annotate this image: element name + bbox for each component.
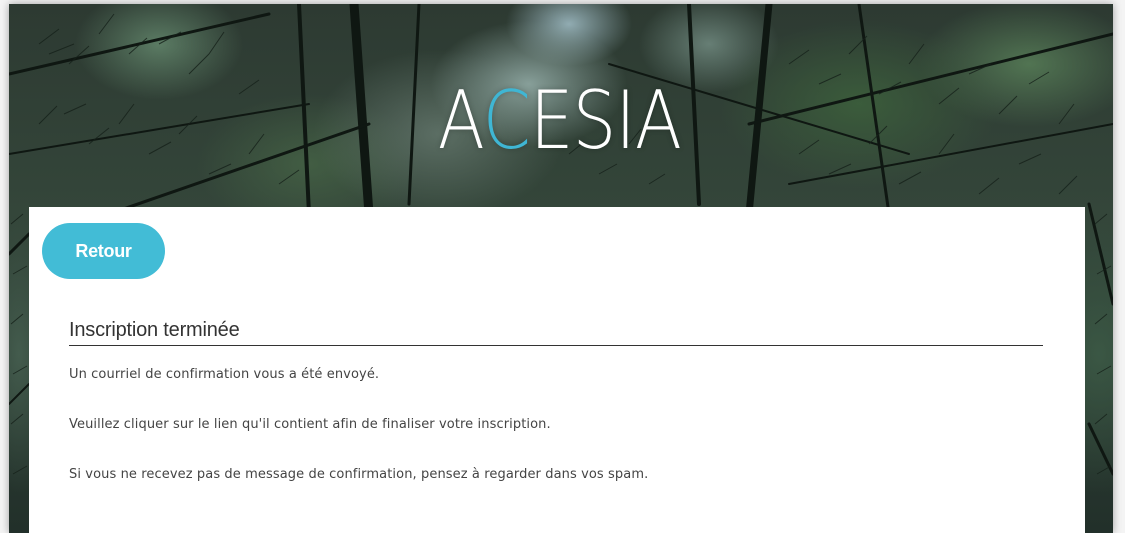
page-title: Inscription terminée	[69, 319, 1043, 346]
app-window: ACESIA Retour Inscription terminée Un co…	[9, 4, 1113, 533]
click-link-message: Veuillez cliquer sur le lien qu'il conti…	[69, 417, 551, 432]
content-card: Retour Inscription terminée Un courriel …	[29, 207, 1085, 533]
confirmation-sent-message: Un courriel de confirmation vous a été e…	[69, 367, 380, 382]
acesia-logo: ACESIA	[437, 74, 681, 167]
check-spam-message: Si vous ne recevez pas de message de con…	[69, 467, 649, 482]
back-button[interactable]: Retour	[42, 223, 165, 279]
header-banner: ACESIA	[31, 4, 1087, 207]
